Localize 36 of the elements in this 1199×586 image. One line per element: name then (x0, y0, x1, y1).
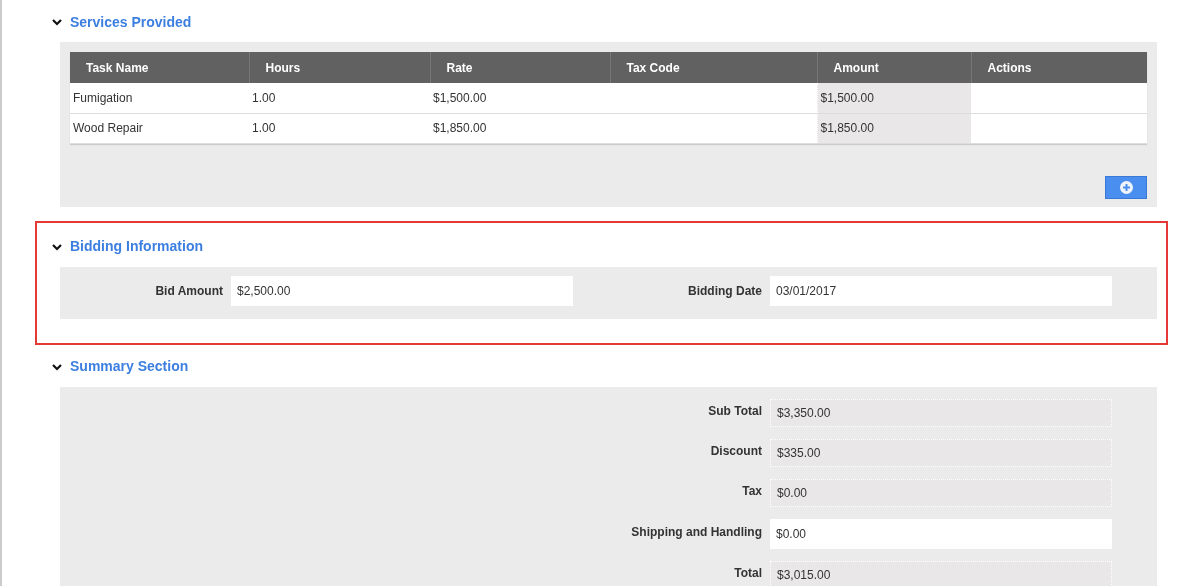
table-cell: 1.00 (252, 121, 276, 135)
chevron-icon[interactable] (52, 362, 62, 371)
column-header: Hours (249, 52, 430, 83)
column-header: Rate (430, 52, 610, 83)
chevron-icon[interactable] (52, 242, 62, 251)
table-cell: $1,850.00 (433, 121, 487, 135)
chevron-icon[interactable] (52, 18, 62, 26)
plus-circle-icon (1119, 180, 1133, 194)
table-cell: Fumigation (73, 90, 133, 105)
column-header: Amount (817, 52, 971, 83)
section-title[interactable]: Services Provided (70, 11, 192, 33)
table-cell: 1.00 (252, 90, 276, 105)
column-header: Tax Code (610, 52, 817, 83)
section-title[interactable]: Summary Section (70, 356, 189, 377)
field-label: Discount (709, 442, 763, 460)
column-header: Task Name (70, 52, 249, 83)
field-label: Shipping and Handling (630, 523, 763, 541)
add-button[interactable] (1105, 175, 1147, 199)
table-cell: Wood Repair (73, 121, 143, 135)
input-field[interactable]: $2,500.00 (231, 275, 573, 306)
input-field[interactable]: $3,015.00 (770, 560, 1112, 586)
column-header: Actions (971, 52, 1147, 83)
field-label: Bid Amount (154, 282, 224, 300)
table-cell: $1,500.00 (433, 90, 487, 105)
input-field[interactable]: 03/01/2017 (770, 275, 1112, 306)
input-field[interactable]: $0.00 (770, 478, 1112, 507)
field-label: Bidding Date (687, 282, 763, 300)
table-cell-text: $1,500.00 (820, 89, 874, 107)
input-field[interactable]: $3,350.00 (770, 398, 1112, 427)
input-field[interactable]: $0.00 (770, 518, 1112, 549)
table-cell-text: $1,850.00 (820, 120, 874, 137)
field-label: Total (733, 564, 763, 582)
section-title[interactable]: Bidding Information (70, 236, 203, 257)
input-field[interactable]: $335.00 (770, 438, 1112, 467)
field-label: Sub Total (707, 402, 763, 420)
field-label: Tax (741, 482, 763, 500)
